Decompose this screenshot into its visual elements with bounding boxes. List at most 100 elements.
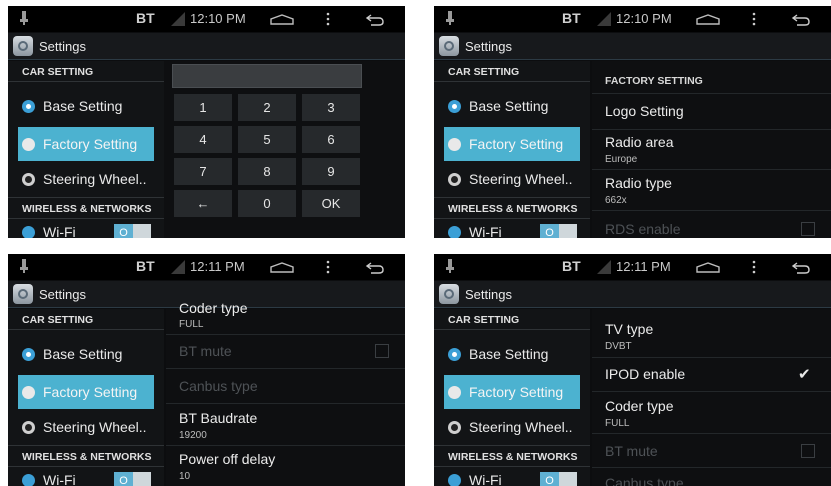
status-bar: BT 12:11 PM [434, 254, 831, 280]
keypad-key[interactable]: ← [174, 190, 232, 217]
bt-baudrate[interactable]: BT Baudrate [179, 410, 257, 426]
steering-wheel-icon [448, 173, 461, 186]
status-bar: BT 12:10 PM [434, 6, 831, 32]
steering-wheel-icon [22, 421, 35, 434]
app-title: Settings [465, 287, 512, 302]
keypad-key[interactable]: 1 [174, 94, 232, 121]
bluetooth-status: BT [562, 258, 581, 274]
ipod-enable-checkbox[interactable]: ✔ [798, 365, 811, 383]
app-title-bar: Settings [434, 281, 831, 308]
menu-icon[interactable] [752, 12, 756, 26]
home-icon[interactable] [696, 262, 720, 273]
keypad-key[interactable]: 2 [238, 94, 296, 121]
wifi-toggle[interactable]: O [114, 472, 151, 486]
car-setting-header: CAR SETTING [8, 309, 164, 330]
radio-area-value: Europe [605, 154, 638, 165]
steering-wheel-icon [22, 173, 35, 186]
sidebar-item-factory-setting[interactable]: Factory Setting [444, 127, 580, 161]
password-input[interactable] [172, 64, 362, 88]
keypad-key[interactable]: OK [302, 190, 360, 217]
factory-setting-panel-scrolled: Coder type FULL BT mute Canbus type BT B… [166, 300, 405, 486]
keypad-key[interactable]: 7 [174, 158, 232, 185]
bluetooth-status: BT [136, 258, 155, 274]
sidebar-item-factory-setting[interactable]: Factory Setting [18, 375, 154, 409]
wifi-toggle[interactable]: O [540, 224, 577, 238]
wifi-toggle[interactable]: O [540, 472, 577, 486]
radio-area[interactable]: Radio area [605, 134, 674, 150]
sidebar-item-factory-setting[interactable]: Factory Setting [18, 127, 154, 161]
sidebar-item-steering-wheel[interactable]: Steering Wheel.. [444, 164, 580, 194]
canbus-type: Canbus type [179, 378, 258, 394]
usb-icon [20, 259, 28, 273]
wifi-toggle[interactable]: O [114, 224, 151, 238]
power-off-delay-value: 10 [179, 471, 191, 482]
screenshot-factory-setting-scrolled: BT 12:11 PM Settings CAR SETTING Base Se… [8, 254, 405, 486]
back-icon[interactable] [791, 261, 811, 274]
usb-icon [446, 259, 454, 273]
sidebar-item-wifi[interactable]: Wi-Fi O [18, 467, 154, 486]
settings-sidebar: CAR SETTING Base Setting Factory Setting… [434, 309, 590, 486]
logo-setting[interactable]: Logo Setting [605, 103, 684, 119]
gear-icon [22, 348, 35, 361]
sidebar-item-steering-wheel[interactable]: Steering Wheel.. [444, 412, 580, 442]
clock: 12:10 PM [190, 11, 246, 26]
sidebar-item-base-setting[interactable]: Base Setting [444, 91, 580, 121]
app-title-bar: Settings [8, 33, 405, 60]
settings-sidebar: CAR SETTING Base Setting Factory Setting… [434, 61, 590, 238]
sidebar-item-base-setting[interactable]: Base Setting [18, 91, 154, 121]
wifi-icon [22, 226, 35, 238]
keypad-key[interactable]: 4 [174, 126, 232, 153]
car-setting-header: CAR SETTING [8, 61, 164, 82]
factory-setting-panel-ipod: TV type DVBT IPOD enable ✔ Coder type FU… [592, 309, 831, 486]
numeric-keypad: 1 2 3 4 5 6 7 8 9 ← 0 OK [164, 61, 405, 238]
screenshot-factory-setting: BT 12:10 PM Settings CAR SETTING Base Se… [434, 6, 831, 238]
rds-enable-checkbox [801, 222, 815, 236]
tv-type[interactable]: TV type [605, 321, 653, 337]
back-icon[interactable] [365, 13, 385, 26]
home-icon[interactable] [270, 262, 294, 273]
keypad-key[interactable]: 6 [302, 126, 360, 153]
back-icon[interactable] [365, 261, 385, 274]
wireless-header: WIRELESS & NETWORKS [434, 445, 590, 467]
menu-icon[interactable] [752, 260, 756, 274]
settings-sidebar: CAR SETTING Base Setting Factory Setting… [8, 309, 164, 486]
clock: 12:11 PM [190, 259, 245, 274]
menu-icon[interactable] [326, 12, 330, 26]
keypad-key[interactable]: 9 [302, 158, 360, 185]
sidebar-item-wifi[interactable]: Wi-Fi O [18, 219, 154, 238]
keypad-key[interactable]: 3 [302, 94, 360, 121]
screenshot-factory-setting-ipod: BT 12:11 PM Settings CAR SETTING Base Se… [434, 254, 831, 486]
keypad-key[interactable]: 0 [238, 190, 296, 217]
sidebar-item-base-setting[interactable]: Base Setting [18, 339, 154, 369]
ipod-enable[interactable]: IPOD enable [605, 366, 685, 382]
sidebar-item-base-setting[interactable]: Base Setting [444, 339, 580, 369]
wifi-icon [22, 474, 35, 486]
power-off-delay[interactable]: Power off delay [179, 451, 275, 467]
wireless-header: WIRELESS & NETWORKS [8, 197, 164, 219]
back-icon[interactable] [791, 13, 811, 26]
gear-icon [448, 100, 461, 113]
status-bar: BT 12:10 PM [8, 6, 405, 32]
keypad-key[interactable]: 5 [238, 126, 296, 153]
sidebar-item-factory-setting[interactable]: Factory Setting [444, 375, 580, 409]
usb-icon [20, 11, 28, 25]
bluetooth-status: BT [562, 10, 581, 26]
tv-type-value: DVBT [605, 341, 632, 352]
sidebar-item-steering-wheel[interactable]: Steering Wheel.. [18, 412, 154, 442]
coder-type[interactable]: Coder type [605, 398, 673, 414]
coder-type-value: FULL [179, 319, 204, 330]
radio-type-value: 662x [605, 195, 627, 206]
sidebar-item-steering-wheel[interactable]: Steering Wheel.. [18, 164, 154, 194]
factory-icon [22, 138, 35, 151]
bt-mute-checkbox [375, 344, 389, 358]
radio-type[interactable]: Radio type [605, 175, 672, 191]
keypad-key[interactable]: 8 [238, 158, 296, 185]
home-icon[interactable] [696, 14, 720, 25]
coder-type[interactable]: Coder type [179, 300, 247, 316]
factory-setting-header: FACTORY SETTING [605, 75, 703, 87]
car-setting-header: CAR SETTING [434, 309, 590, 330]
home-icon[interactable] [270, 14, 294, 25]
menu-icon[interactable] [326, 260, 330, 274]
sidebar-item-wifi[interactable]: Wi-Fi O [444, 467, 580, 486]
sidebar-item-wifi[interactable]: Wi-Fi O [444, 219, 580, 238]
